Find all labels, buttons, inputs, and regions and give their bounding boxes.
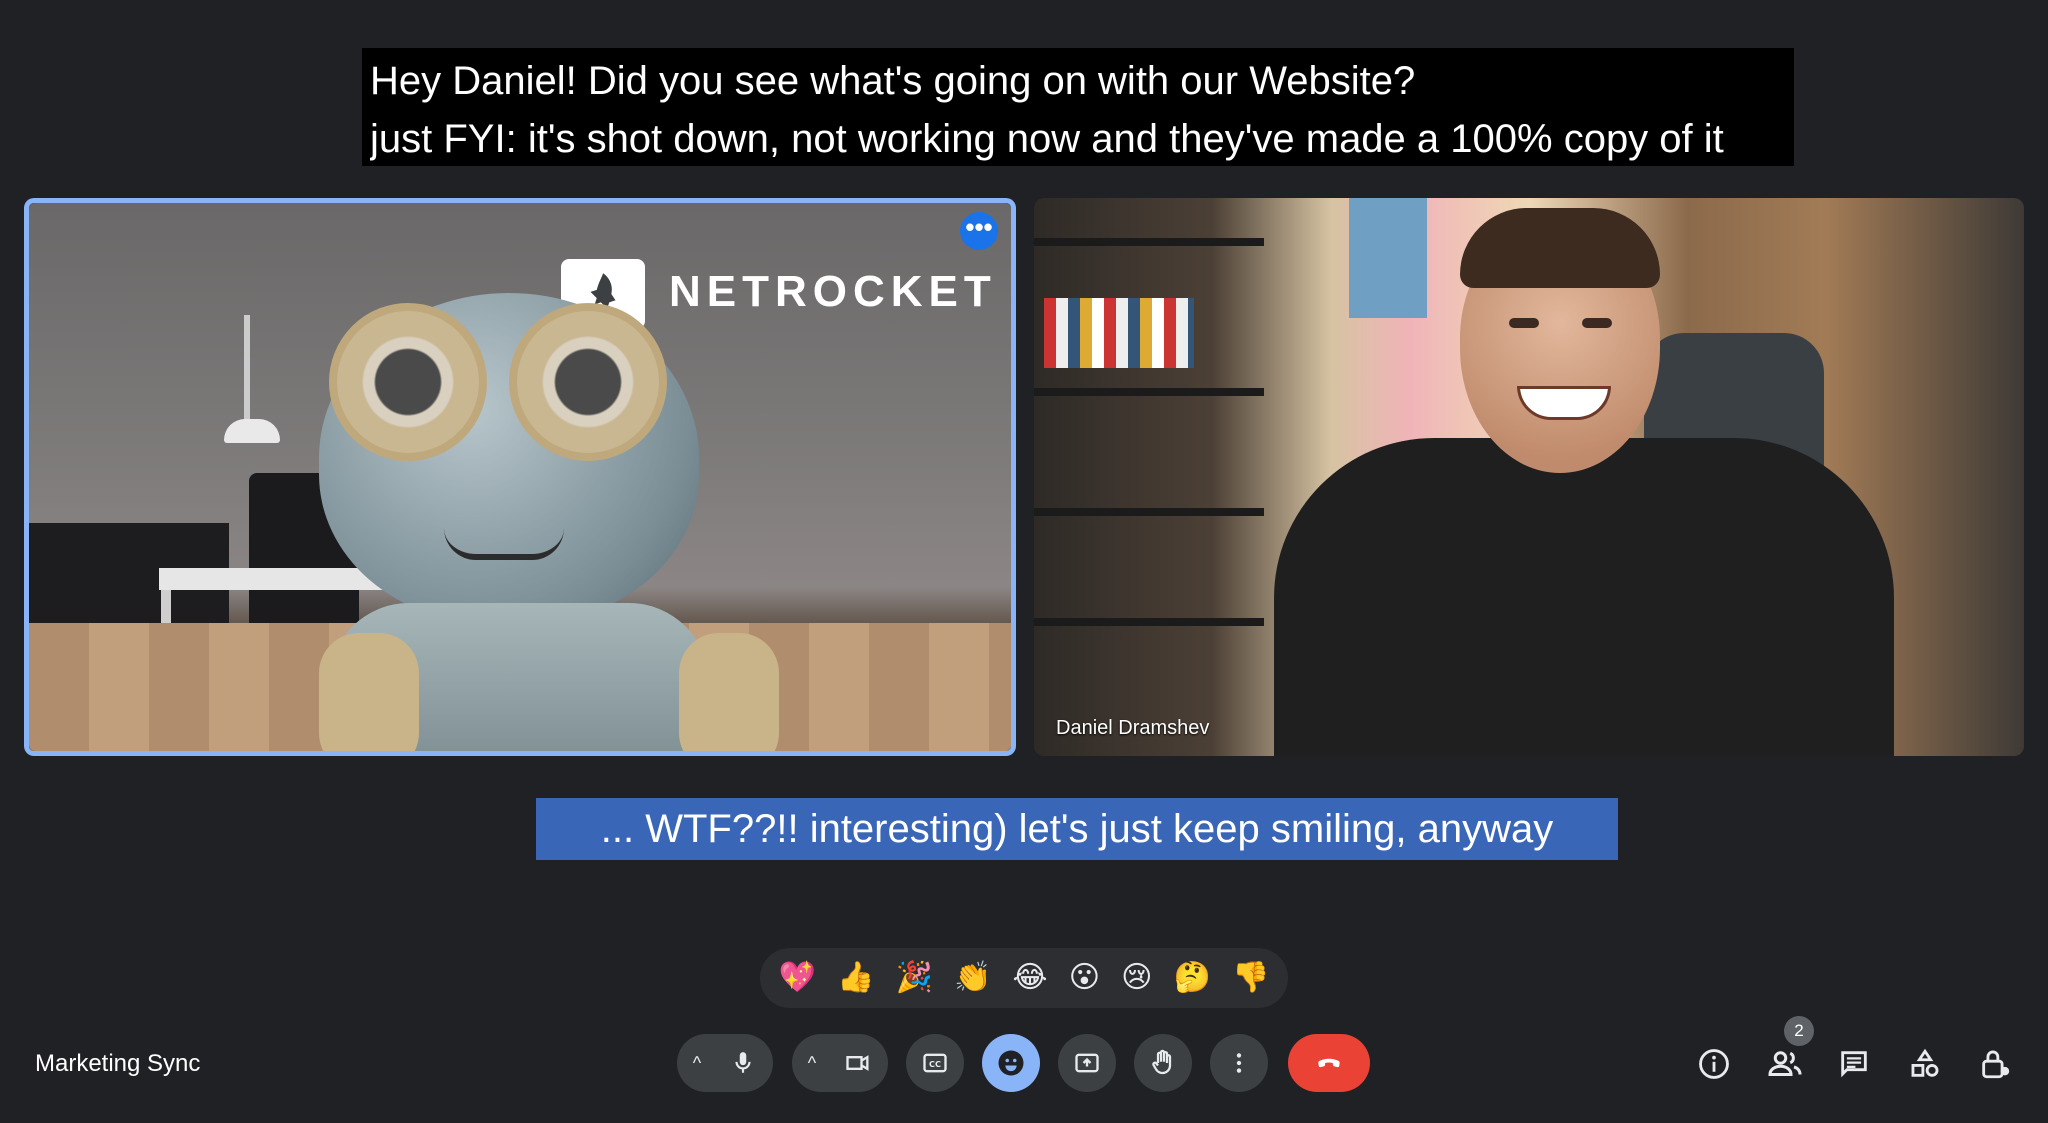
shelf-2: [1034, 388, 1264, 396]
caption-line-2: just FYI: it's shot down, not working no…: [370, 117, 1724, 161]
info-icon: [1699, 1049, 1729, 1079]
participants-count-badge: 2: [1784, 1016, 1814, 1046]
captions-button[interactable]: CC: [906, 1034, 964, 1092]
smiley-icon: [998, 1050, 1024, 1076]
mic-options-chevron[interactable]: ^: [679, 1053, 715, 1074]
reaction-surprised[interactable]: 😮: [1069, 948, 1100, 1008]
reaction-thumbs-up[interactable]: 👍: [837, 948, 874, 1008]
camera-button[interactable]: [830, 1049, 886, 1077]
closed-captions-icon: CC: [923, 1053, 947, 1073]
reaction-tears-of-joy[interactable]: 😂: [1013, 948, 1048, 1008]
send-reaction-button[interactable]: [982, 1034, 1040, 1092]
reaction-thinking[interactable]: 🤔: [1174, 948, 1211, 1008]
present-screen-button[interactable]: [1058, 1034, 1116, 1092]
more-vert-icon: [1236, 1053, 1242, 1073]
shapes-icon: [1911, 1048, 1939, 1077]
reaction-crying[interactable]: 😢: [1121, 948, 1152, 1008]
person-left-eye: [1509, 318, 1539, 328]
people-button[interactable]: [1761, 1040, 1809, 1088]
leave-call-button[interactable]: [1288, 1034, 1370, 1092]
person-hair: [1460, 208, 1660, 288]
reaction-clapping[interactable]: 👏: [954, 948, 991, 1008]
robot-video-feed: NETROCKET: [29, 203, 1011, 751]
camera-icon: [846, 1055, 869, 1071]
reaction-thumbs-down[interactable]: 👎: [1232, 948, 1269, 1008]
caption-top: Hey Daniel! Did you see what's going on …: [362, 48, 1794, 166]
wall-poster: [1349, 198, 1427, 318]
chat-button[interactable]: [1830, 1040, 1878, 1088]
raise-hand-button[interactable]: [1134, 1034, 1192, 1092]
books-row-1: [1044, 298, 1194, 368]
robot-mouth: [444, 528, 564, 560]
person-body: [1274, 438, 1894, 756]
brand-logo-text: NETROCKET: [669, 267, 997, 316]
shelf-3: [1034, 508, 1264, 516]
caption-line-1: Hey Daniel! Did you see what's going on …: [370, 59, 1416, 103]
participant-video-feed: [1034, 198, 2024, 756]
video-tile-self[interactable]: NETROCKET •••: [24, 198, 1016, 756]
microphone-control: ^: [677, 1034, 773, 1092]
more-options-button[interactable]: •••: [960, 212, 998, 250]
lock-person-icon: [1982, 1050, 2010, 1079]
more-options-menu-button[interactable]: [1210, 1034, 1268, 1092]
control-bar: ^ ^ CC: [0, 1034, 2048, 1094]
camera-options-chevron[interactable]: ^: [794, 1053, 830, 1074]
present-screen-icon: [1075, 1053, 1099, 1073]
svg-text:CC: CC: [929, 1059, 941, 1069]
raise-hand-icon: [1152, 1049, 1172, 1075]
video-tile-participant[interactable]: Daniel Dramshev: [1034, 198, 2024, 756]
shelf-1: [1034, 238, 1264, 246]
shelf-4: [1034, 618, 1264, 626]
reactions-bar: 💖 👍 🎉 👏 😂 😮 😢 🤔 👎: [760, 948, 1288, 1008]
participant-name-label: Daniel Dramshev: [1056, 717, 1210, 739]
activities-button[interactable]: [1901, 1040, 1949, 1088]
robot-right-goggle: [509, 303, 667, 461]
microphone-icon: [735, 1052, 751, 1073]
robot-right-shoulder: [679, 633, 779, 751]
reaction-sparkling-heart[interactable]: 💖: [779, 948, 816, 1008]
reaction-party-popper[interactable]: 🎉: [896, 948, 933, 1008]
robot-left-shoulder: [319, 633, 419, 751]
person-right-eye: [1582, 318, 1612, 328]
lamp-pole: [244, 315, 250, 425]
robot-left-goggle: [329, 303, 487, 461]
host-controls-button[interactable]: [1971, 1040, 2019, 1088]
camera-control: ^: [792, 1034, 888, 1092]
microphone-button[interactable]: [715, 1050, 771, 1076]
caption-bottom: ... WTF??!! interesting) let's just keep…: [536, 798, 1618, 860]
meeting-details-button[interactable]: [1690, 1040, 1738, 1088]
lamp-shade: [224, 419, 280, 443]
chat-icon: [1841, 1051, 1867, 1078]
hang-up-icon: [1318, 1058, 1340, 1068]
people-icon: [1768, 1051, 1802, 1076]
